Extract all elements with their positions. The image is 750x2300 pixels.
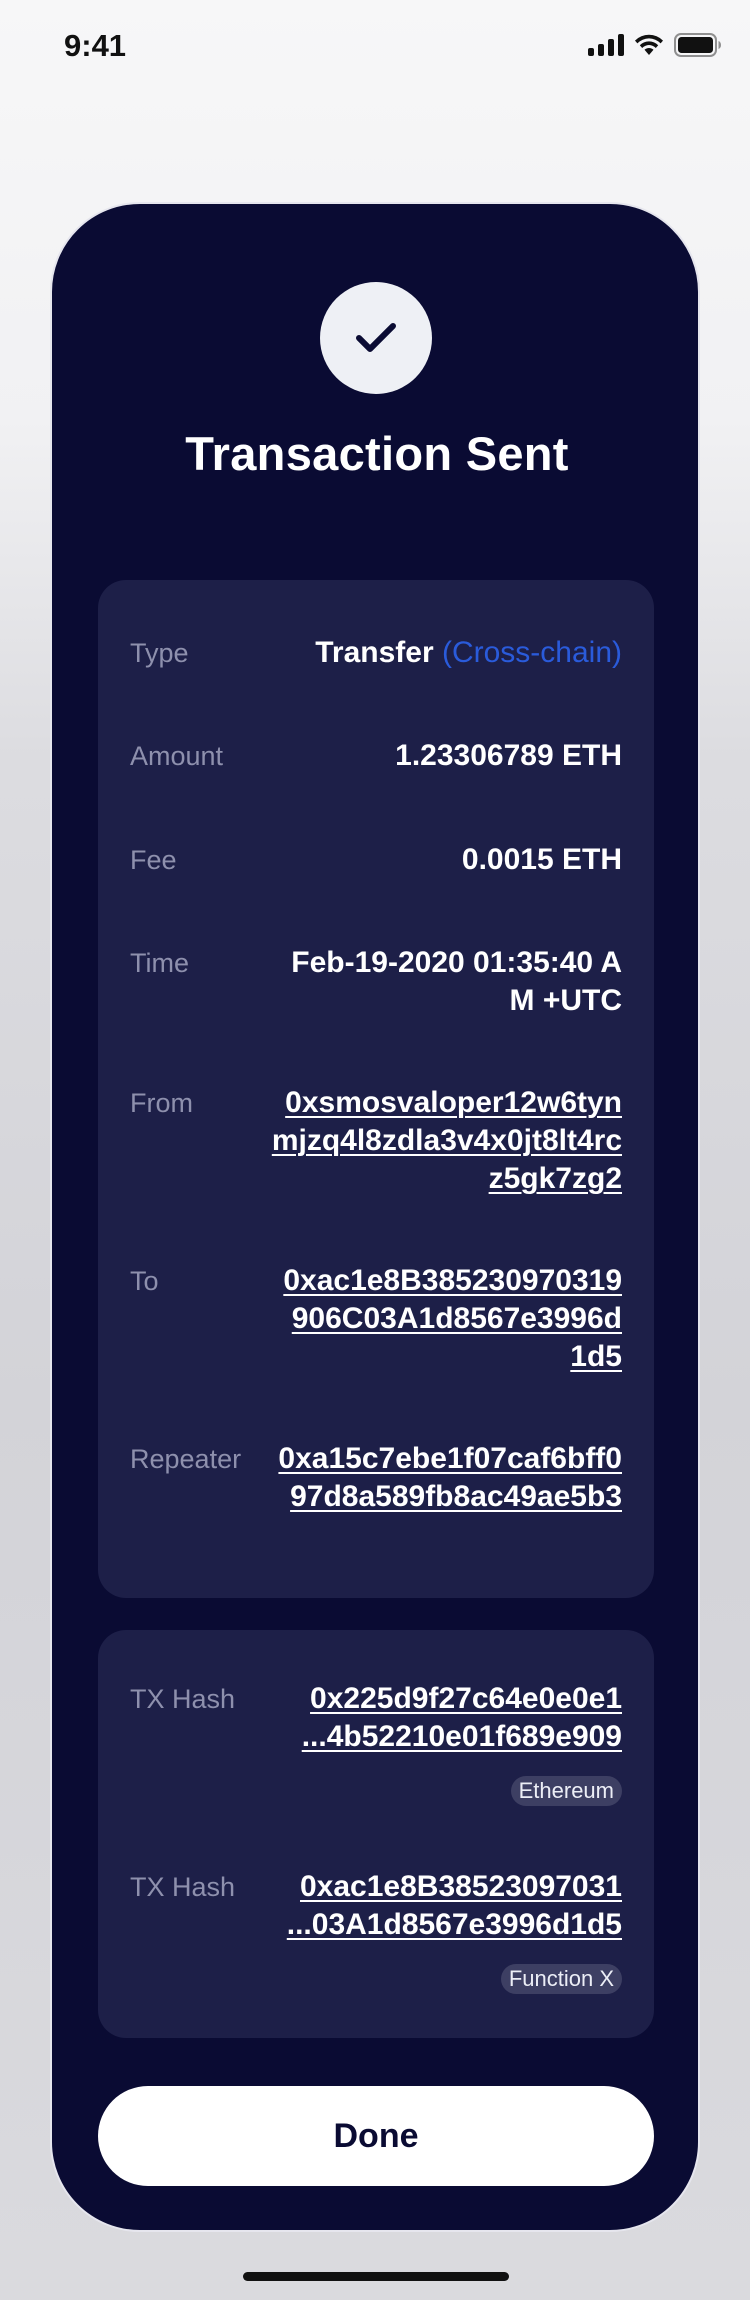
time-value: Feb-19-2020 01:35:40 AM +UTC xyxy=(291,946,622,1017)
fee-value: 0.0015 ETH xyxy=(461,843,622,876)
fee-label: Fee xyxy=(130,845,177,875)
details-panel: Type Transfer (Cross-chain) Amount 1.233… xyxy=(98,580,654,1598)
home-indicator[interactable] xyxy=(243,2272,509,2281)
signal-icon xyxy=(588,34,624,56)
time-label: Time xyxy=(130,948,189,978)
tx-hash-line2: ...03A1d8567e3996d1d5 xyxy=(286,1908,622,1941)
type-label: Type xyxy=(130,638,189,668)
hashes-panel: TX Hash 0x225d9f27c64e0e0e1 ...4b52210e01… xyxy=(98,1630,654,2038)
repeater-label: Repeater xyxy=(130,1444,242,1474)
network-badge: Function X xyxy=(500,1964,622,1994)
tx-hash-label: TX Hash xyxy=(130,1872,236,1902)
amount-value: 1.23306789 ETH xyxy=(395,739,622,772)
tx-hash-line1: 0x225d9f27c64e0e0e1 xyxy=(310,1682,622,1715)
wifi-icon xyxy=(634,34,664,56)
tx-hash-link[interactable]: 0xac1e8B38523097031 ...03A1d8567e3996d1d5 xyxy=(262,1868,622,1944)
to-label: To xyxy=(130,1266,159,1296)
tx-hash-link[interactable]: 0x225d9f27c64e0e0e1 ...4b52210e01f689e909 xyxy=(262,1680,622,1756)
status-time: 9:41 xyxy=(64,28,127,63)
tx-hash-label: TX Hash xyxy=(130,1684,236,1714)
transaction-card: Transaction Sent Type Transfer (Cross-ch… xyxy=(50,202,700,2232)
check-icon xyxy=(356,323,396,352)
network-badge: Ethereum xyxy=(510,1776,622,1806)
battery-icon xyxy=(674,33,722,57)
success-badge xyxy=(320,282,432,394)
type-text: Transfer xyxy=(315,636,434,669)
from-label: From xyxy=(130,1088,193,1118)
done-button[interactable]: Done xyxy=(98,2086,654,2186)
amount-label: Amount xyxy=(130,741,224,771)
status-bar: 9:41 xyxy=(0,0,750,96)
status-icons xyxy=(588,30,722,60)
from-address-link[interactable]: 0xsmosvaloper12w6tynmjzq4l8zdla3v4x0jt8l… xyxy=(267,1084,622,1198)
repeater-address-link[interactable]: 0xa15c7ebe1f07caf6bff097d8a589fb8ac49ae5… xyxy=(272,1440,622,1516)
type-accent: (Cross-chain) xyxy=(441,636,622,669)
to-address-link[interactable]: 0xac1e8B385230970319906C03A1d8567e3996d1… xyxy=(277,1262,622,1376)
tx-hash-line1: 0xac1e8B38523097031 xyxy=(300,1870,622,1903)
tx-hash-line2: ...4b52210e01f689e909 xyxy=(301,1720,622,1753)
page-title: Transaction Sent xyxy=(185,427,569,480)
type-value: Transfer (Cross-chain) xyxy=(262,634,622,672)
